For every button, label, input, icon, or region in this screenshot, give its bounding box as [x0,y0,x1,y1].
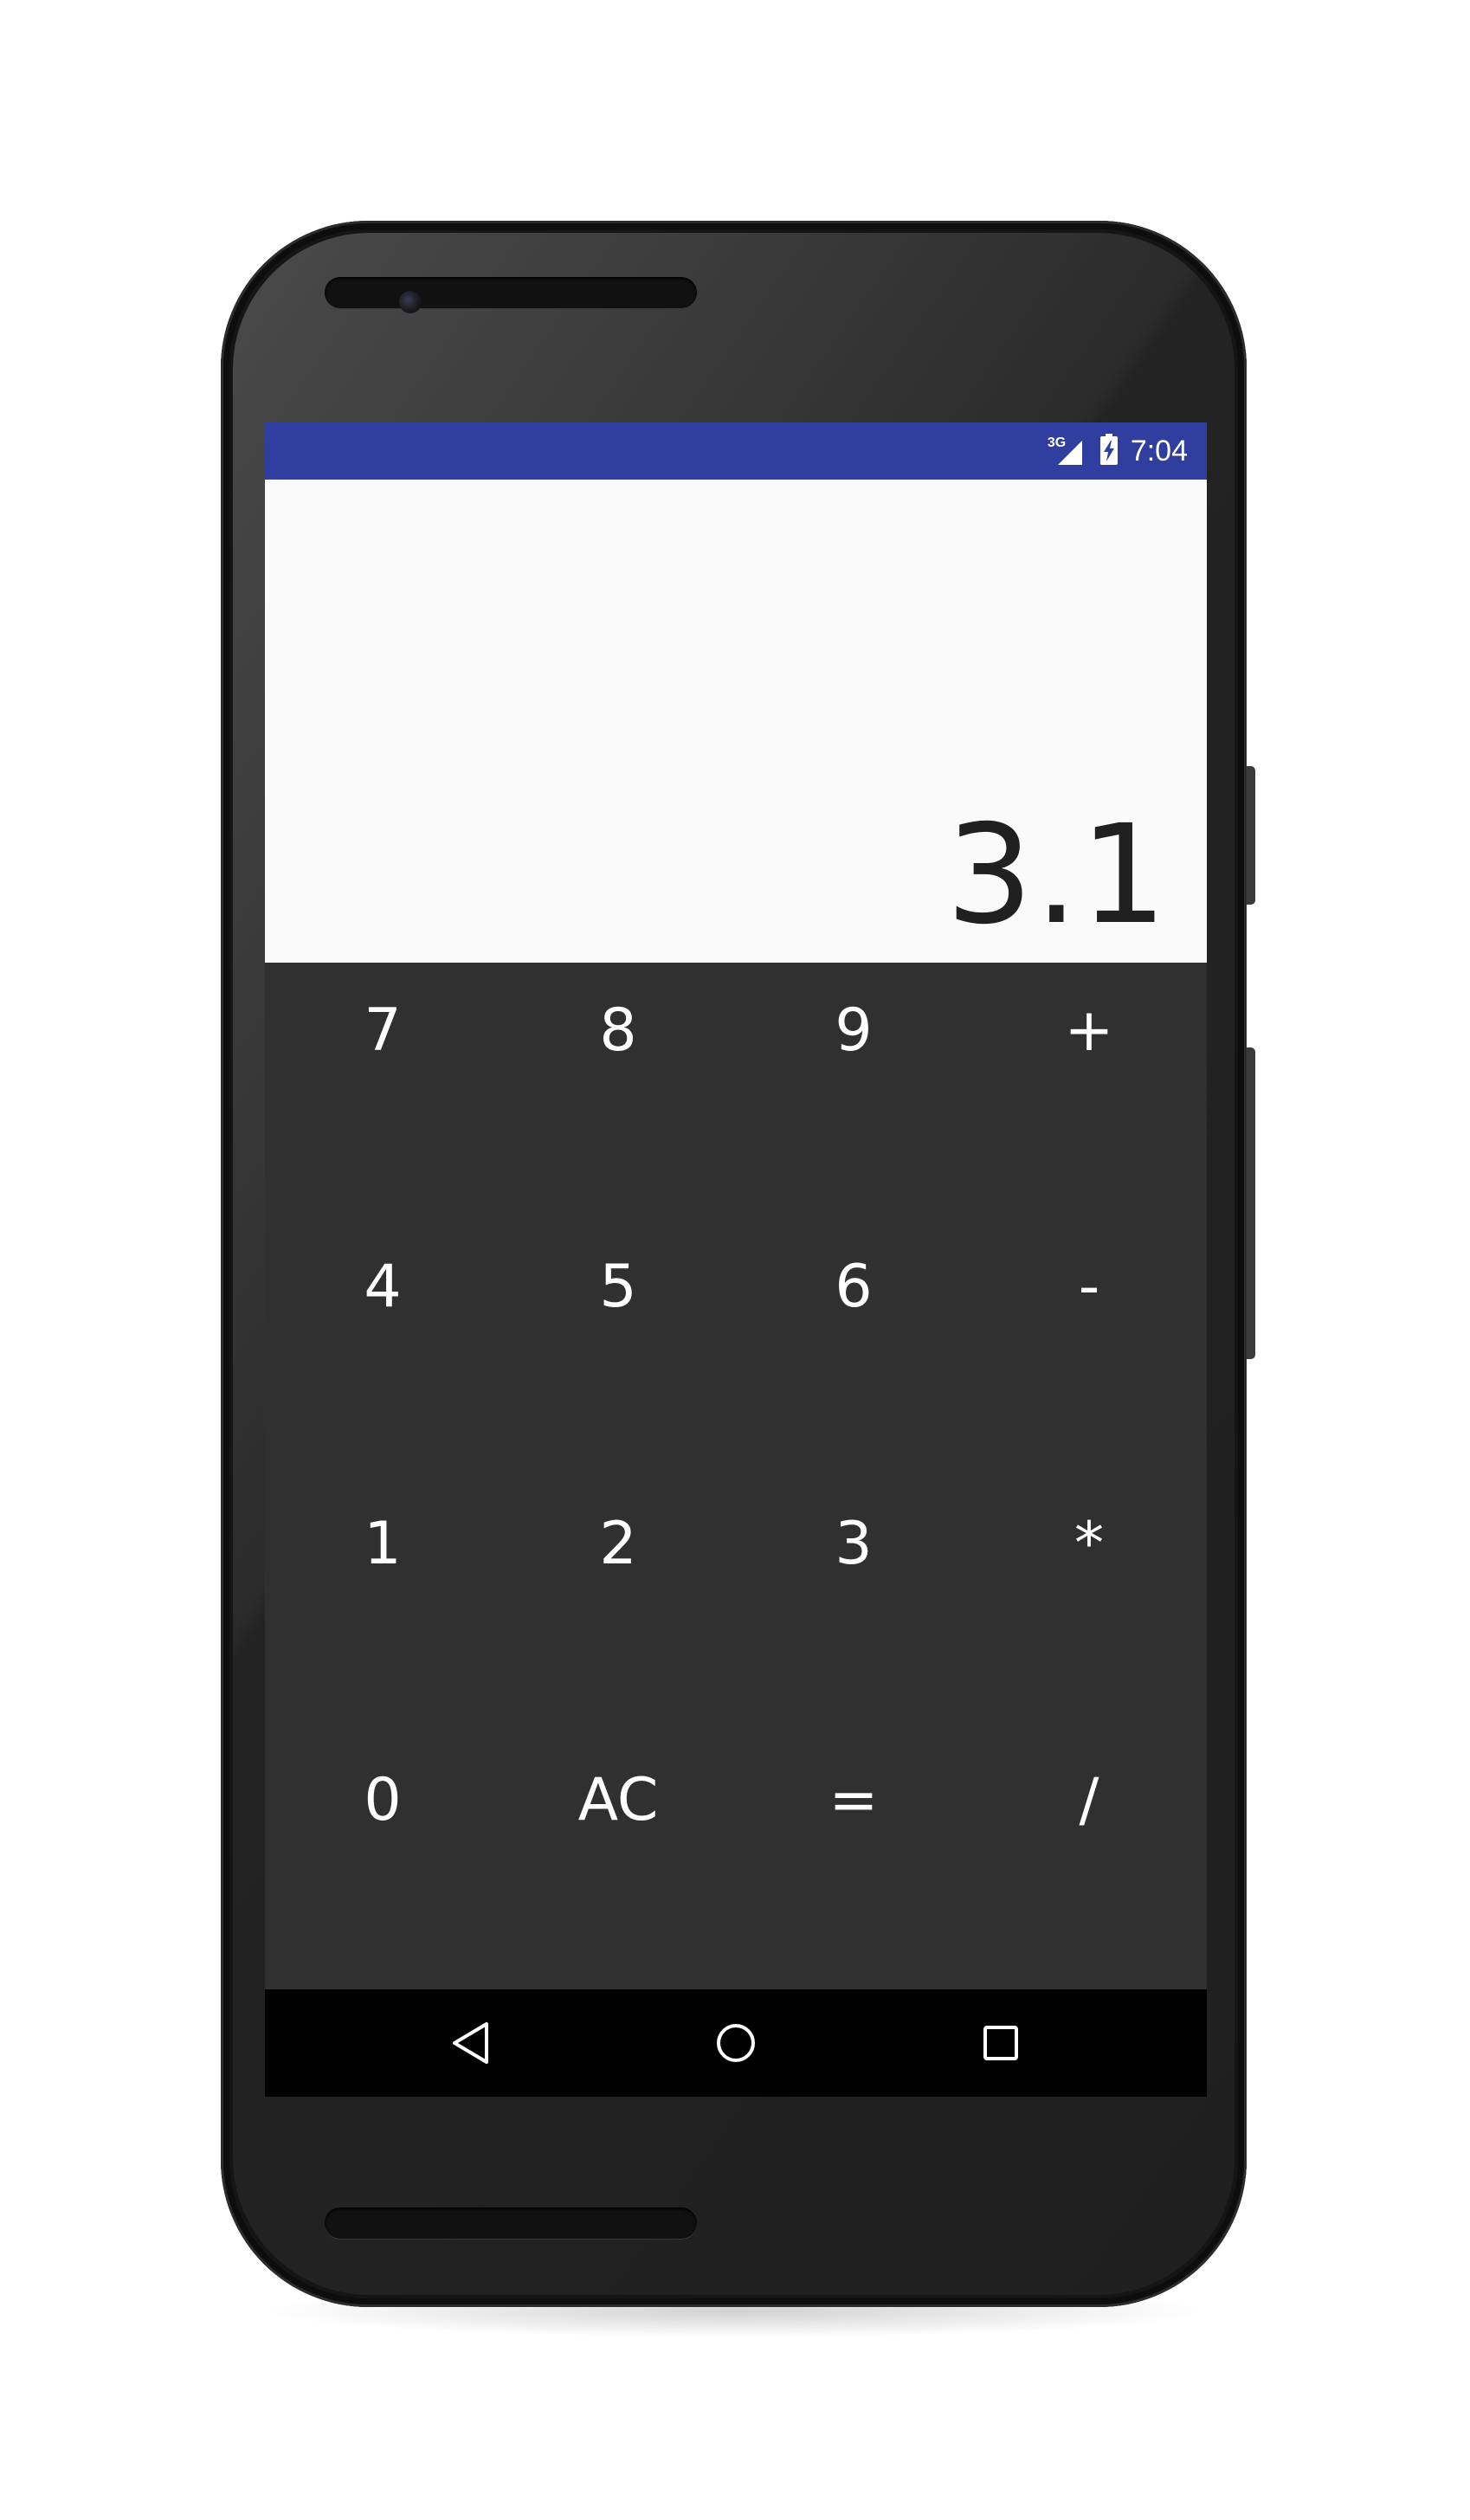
key-plus[interactable]: + [971,963,1207,1220]
key-label: AC [577,1766,659,1835]
key-6[interactable]: 6 [736,1220,971,1477]
signal-icon: 3G [1048,434,1087,468]
key-7[interactable]: 7 [265,963,500,1220]
home-icon[interactable] [710,2017,762,2069]
key-label: = [828,1766,879,1835]
key-label: + [1064,996,1114,1065]
status-icons: 3G 7:04 [1048,422,1188,480]
key-label: 3 [835,1509,873,1578]
key-label: 8 [599,996,637,1065]
bottom-speaker [325,2207,697,2239]
navigation-bar [265,1989,1207,2097]
key-label: 6 [835,1253,873,1322]
key-1[interactable]: 1 [265,1476,500,1733]
key-4[interactable]: 4 [265,1220,500,1477]
key-0[interactable]: 0 [265,1733,500,1990]
key-2[interactable]: 2 [500,1476,736,1733]
key-multiply[interactable]: * [971,1476,1207,1733]
keypad: 7 8 9 + 4 5 6 - 1 2 3 * 0 AC = / [265,963,1207,1989]
key-label: * [1074,1509,1104,1578]
status-clock: 7:04 [1130,435,1188,467]
recents-icon[interactable] [975,2017,1027,2069]
key-label: - [1078,1253,1100,1322]
key-9[interactable]: 9 [736,963,971,1220]
key-8[interactable]: 8 [500,963,736,1220]
key-all-clear[interactable]: AC [500,1733,736,1990]
key-label: 5 [599,1253,637,1322]
status-bar: 3G 7:04 [265,422,1207,480]
key-minus[interactable]: - [971,1220,1207,1477]
back-icon[interactable] [445,2017,497,2069]
key-5[interactable]: 5 [500,1220,736,1477]
key-label: 2 [599,1509,637,1578]
key-label: 7 [364,996,402,1065]
key-label: 4 [364,1253,402,1322]
front-camera [399,291,422,313]
display-value: 3.1 [945,796,1169,955]
key-equals[interactable]: = [736,1733,971,1990]
key-label: 1 [364,1509,402,1578]
key-divide[interactable]: / [971,1733,1207,1990]
earpiece-speaker [325,277,697,308]
screen: 3G 7:04 3.1 7 8 9 + 4 5 6 - 1 2 3 * 0 AC… [265,422,1207,2097]
key-label: / [1079,1766,1099,1835]
key-label: 9 [835,996,873,1065]
key-3[interactable]: 3 [736,1476,971,1733]
key-label: 0 [364,1766,402,1835]
battery-charging-icon [1099,432,1119,470]
calculator-display: 3.1 [265,480,1207,963]
